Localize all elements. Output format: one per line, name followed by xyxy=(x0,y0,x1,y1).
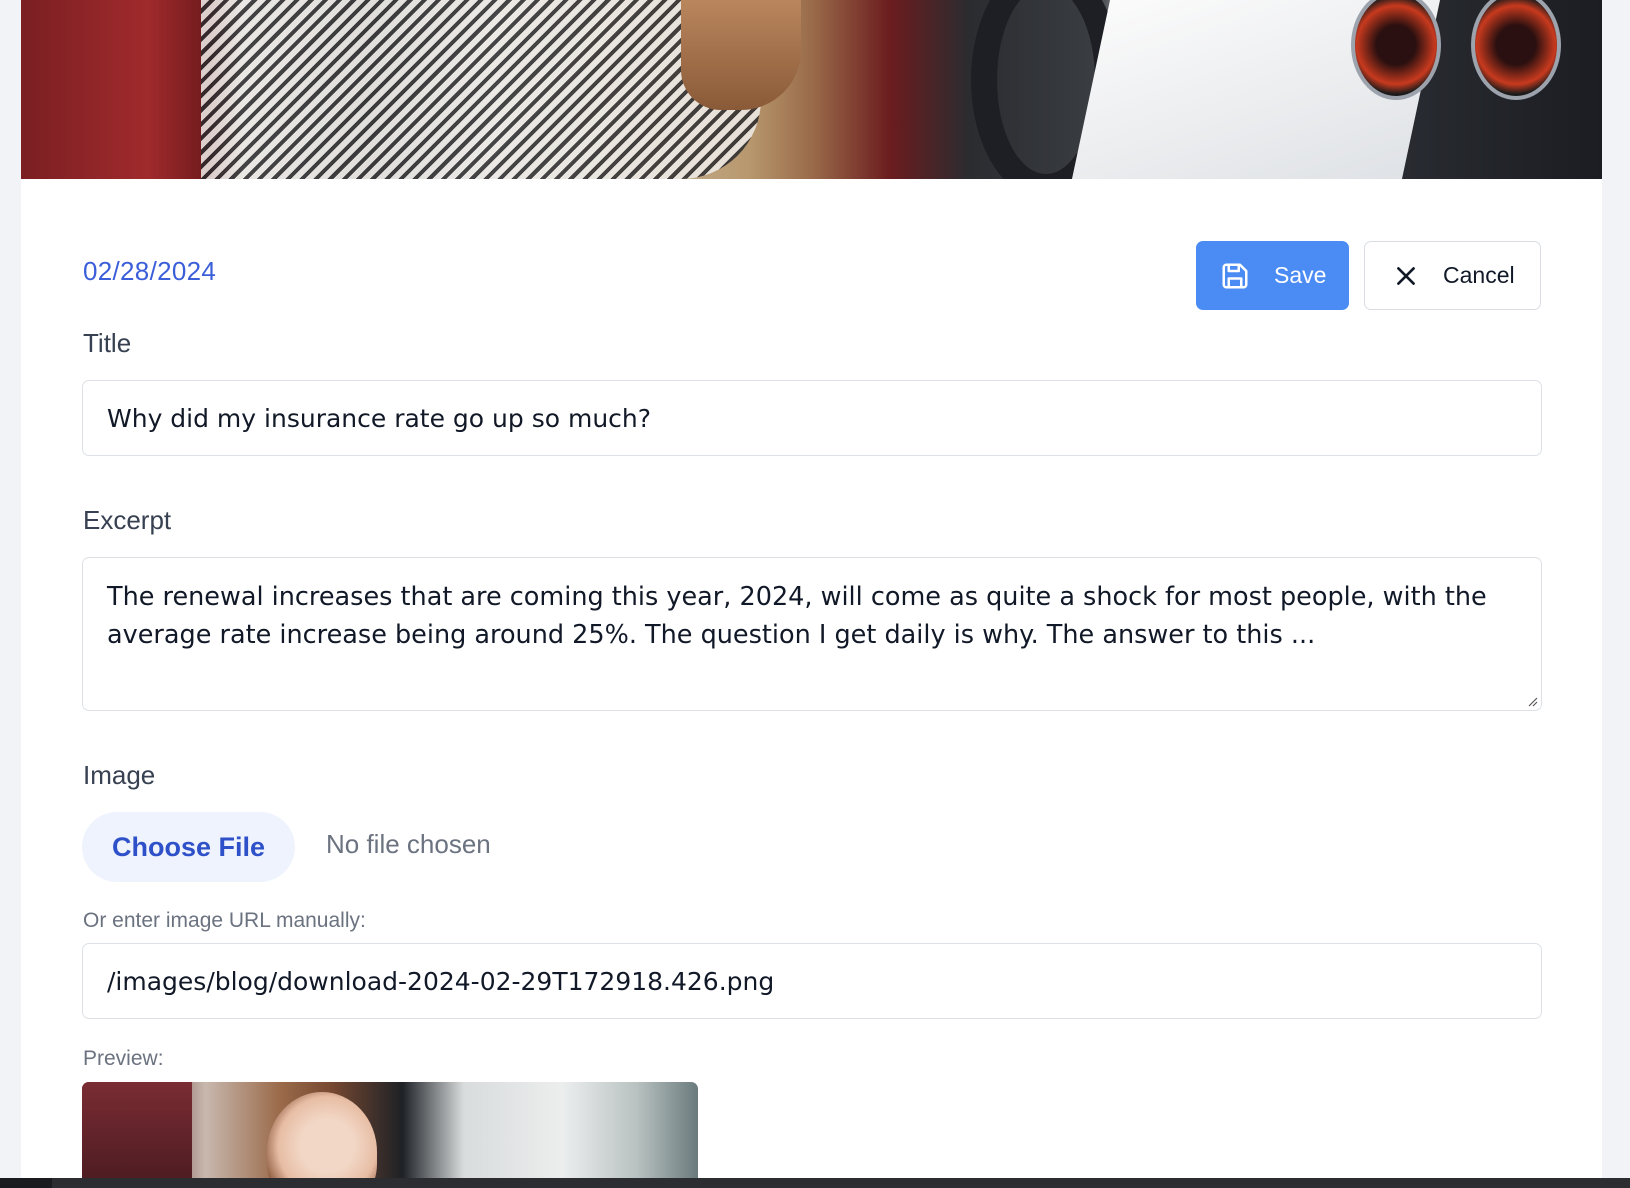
preview-label: Preview: xyxy=(83,1047,164,1070)
excerpt-textarea-value: The renewal increases that are coming th… xyxy=(107,582,1487,650)
taskbar xyxy=(0,1178,1630,1188)
title-label: Title xyxy=(83,328,132,358)
image-url-input[interactable]: /images/blog/download-2024-02-29T172918.… xyxy=(82,943,1542,1019)
post-editor: 02/28/2024 Save Cancel Title Why did my … xyxy=(21,0,1602,1188)
choose-file-button[interactable]: Choose File xyxy=(82,812,295,882)
save-button[interactable]: Save xyxy=(1196,241,1349,310)
title-input[interactable]: Why did my insurance rate go up so much? xyxy=(82,380,1542,456)
url-label: Or enter image URL manually: xyxy=(83,909,366,932)
image-label: Image xyxy=(83,760,156,790)
save-floppy-icon xyxy=(1222,263,1248,288)
title-input-value: Why did my insurance rate go up so much? xyxy=(107,403,652,433)
resize-handle-icon[interactable] xyxy=(1524,693,1538,707)
image-preview xyxy=(82,1082,698,1188)
header-image xyxy=(21,0,1602,179)
close-icon xyxy=(1397,266,1415,285)
cancel-button[interactable]: Cancel xyxy=(1364,241,1541,310)
no-file-status: No file chosen xyxy=(326,829,491,859)
cancel-button-label: Cancel xyxy=(1443,262,1515,288)
excerpt-textarea[interactable]: The renewal increases that are coming th… xyxy=(82,557,1542,711)
post-date: 02/28/2024 xyxy=(83,256,217,286)
image-url-value: /images/blog/download-2024-02-29T172918.… xyxy=(107,966,775,996)
save-button-label: Save xyxy=(1274,262,1327,288)
excerpt-label: Excerpt xyxy=(83,505,172,535)
